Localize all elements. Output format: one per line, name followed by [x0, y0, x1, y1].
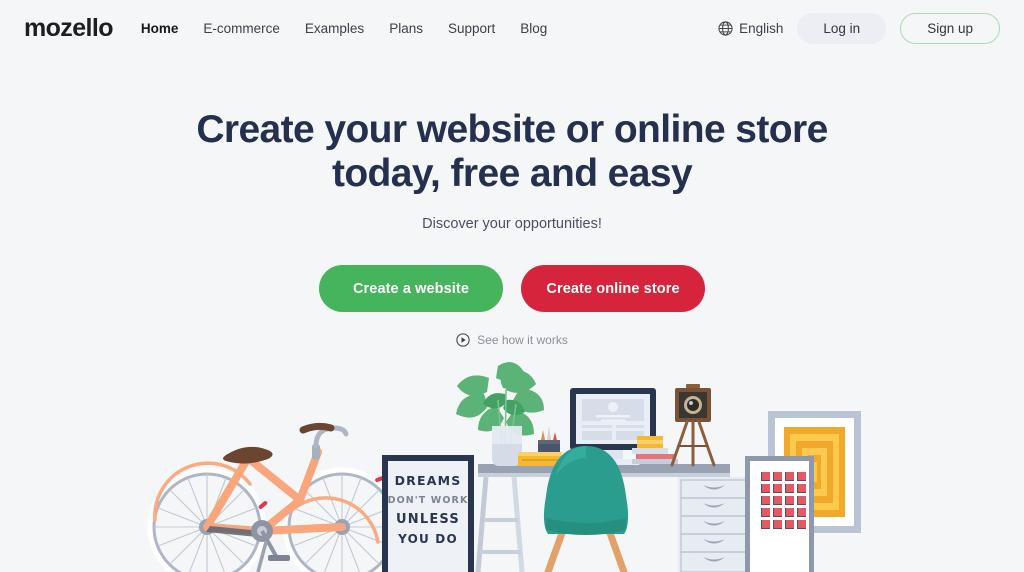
- globe-icon: [718, 20, 733, 36]
- svg-text:DON'T WORK: DON'T WORK: [388, 495, 469, 506]
- language-selector[interactable]: English: [718, 21, 783, 36]
- nav-item-blog[interactable]: Blog: [520, 21, 547, 36]
- home-office-workspace-illustration: DREAMS DON'T WORK UNLESS YOU DO: [0, 360, 1024, 572]
- drawer-unit: [678, 477, 750, 572]
- create-website-button[interactable]: Create a website: [319, 265, 503, 313]
- language-label: English: [739, 20, 784, 36]
- page-title: Create your website or online store toda…: [0, 108, 1024, 196]
- framed-quote-poster: DREAMS DON'T WORK UNLESS YOU DO: [382, 455, 474, 572]
- log-in-button[interactable]: Log in: [797, 12, 887, 44]
- play-circle-icon: [456, 333, 470, 347]
- landing-page: mozello Home E-commerce Examples Plans S…: [0, 0, 1024, 572]
- headline-line-1: Create your website or online store: [196, 108, 828, 151]
- nav-item-e-commerce[interactable]: E-commerce: [203, 21, 280, 36]
- main-navigation: Home E-commerce Examples Plans Support B…: [141, 21, 547, 36]
- hero-subtitle: Discover your opportunities!: [422, 216, 602, 233]
- create-online-store-button[interactable]: Create online store: [521, 265, 705, 313]
- svg-text:UNLESS: UNLESS: [396, 512, 460, 527]
- hero-section: Create your website or online store toda…: [0, 56, 1024, 352]
- nav-item-examples[interactable]: Examples: [305, 21, 364, 36]
- nav-item-plans[interactable]: Plans: [389, 21, 423, 36]
- nav-item-support[interactable]: Support: [448, 21, 495, 36]
- see-how-it-works-link[interactable]: See how it works: [456, 333, 568, 347]
- svg-text:YOU DO: YOU DO: [397, 532, 458, 546]
- red-grid-art-frame: [745, 456, 814, 572]
- sign-up-button[interactable]: Sign up: [900, 12, 1000, 44]
- svg-text:DREAMS: DREAMS: [395, 473, 462, 488]
- headline-line-2: today, free and easy: [331, 152, 693, 196]
- brand-logo[interactable]: mozello: [24, 15, 113, 41]
- site-header: mozello Home E-commerce Examples Plans S…: [0, 0, 1024, 56]
- nav-item-home[interactable]: Home: [141, 21, 179, 36]
- cta-button-row: Create a website Create online store: [0, 265, 1024, 313]
- header-actions: English Log in Sign up: [718, 12, 1000, 44]
- see-how-it-works-label: See how it works: [477, 333, 568, 348]
